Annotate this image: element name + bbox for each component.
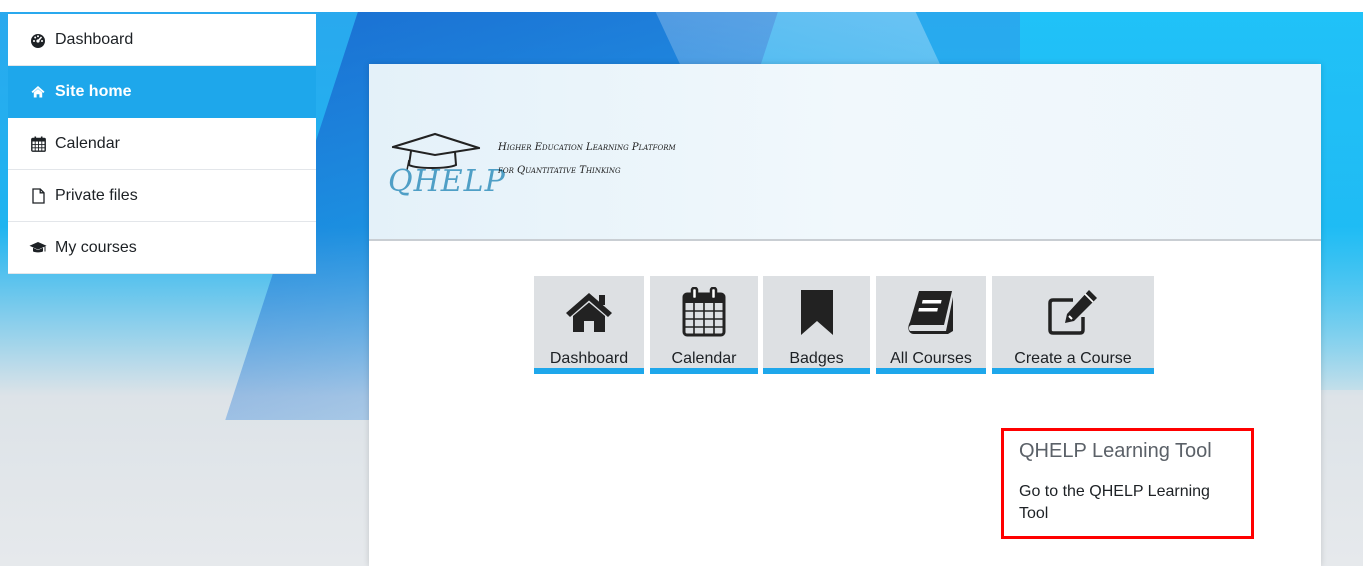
sidebar-item-site-home[interactable]: Site home — [8, 66, 316, 118]
tagline-line-2: for Quantitative Thinking — [498, 165, 621, 176]
tile-badges[interactable]: Badges — [763, 276, 870, 374]
sidebar-item-label: Private files — [55, 186, 138, 204]
sidebar-item-label: Site home — [55, 82, 132, 100]
edit-icon — [1047, 286, 1099, 337]
sidebar-item-dashboard[interactable]: Dashboard — [8, 14, 316, 66]
tagline-line-1: Higher Education Learning Platform — [498, 142, 676, 153]
learning-tool-block: QHELP Learning Tool Go to the QHELP Lear… — [1001, 428, 1254, 539]
learning-tool-title: QHELP Learning Tool — [1019, 440, 1212, 462]
sidebar-nav: Dashboard Site home Calendar Private fil… — [8, 14, 316, 274]
graduation-cap-icon — [29, 240, 47, 256]
site-banner: QHELP Higher Education Learning Platform… — [369, 64, 1321, 241]
top-navbar — [0, 0, 1363, 12]
tile-all-courses[interactable]: All Courses — [876, 276, 986, 374]
tile-calendar[interactable]: Calendar — [650, 276, 758, 374]
learning-tool-link[interactable]: Go to the QHELP Learning Tool — [1019, 481, 1236, 525]
sidebar-item-label: Calendar — [55, 134, 120, 152]
file-icon — [29, 187, 47, 204]
site-logo[interactable]: QHELP — [388, 164, 506, 199]
site-tagline: Higher Education Learning Platform for Q… — [498, 136, 676, 182]
tile-label: Dashboard — [549, 350, 629, 367]
sidebar-item-label: My courses — [55, 238, 137, 256]
tile-label: All Courses — [890, 350, 972, 367]
sidebar-item-private-files[interactable]: Private files — [8, 170, 316, 222]
tile-label: Badges — [789, 350, 844, 367]
tile-create-a-course[interactable]: Create a Course — [992, 276, 1154, 374]
sidebar-item-my-courses[interactable]: My courses — [8, 222, 316, 274]
dashboard-icon — [29, 32, 47, 48]
home-icon — [29, 84, 47, 100]
calendar-icon — [29, 136, 47, 152]
tile-label: Calendar — [671, 350, 737, 367]
sidebar-item-label: Dashboard — [55, 30, 134, 48]
main-content-card: QHELP Higher Education Learning Platform… — [369, 64, 1321, 566]
home-icon — [565, 286, 613, 337]
tile-dashboard[interactable]: Dashboard — [534, 276, 644, 374]
sidebar-item-calendar[interactable]: Calendar — [8, 118, 316, 170]
bookmark-icon — [799, 286, 835, 337]
tile-label: Create a Course — [1014, 350, 1132, 367]
book-icon — [908, 286, 954, 337]
calendar-icon — [682, 286, 726, 337]
